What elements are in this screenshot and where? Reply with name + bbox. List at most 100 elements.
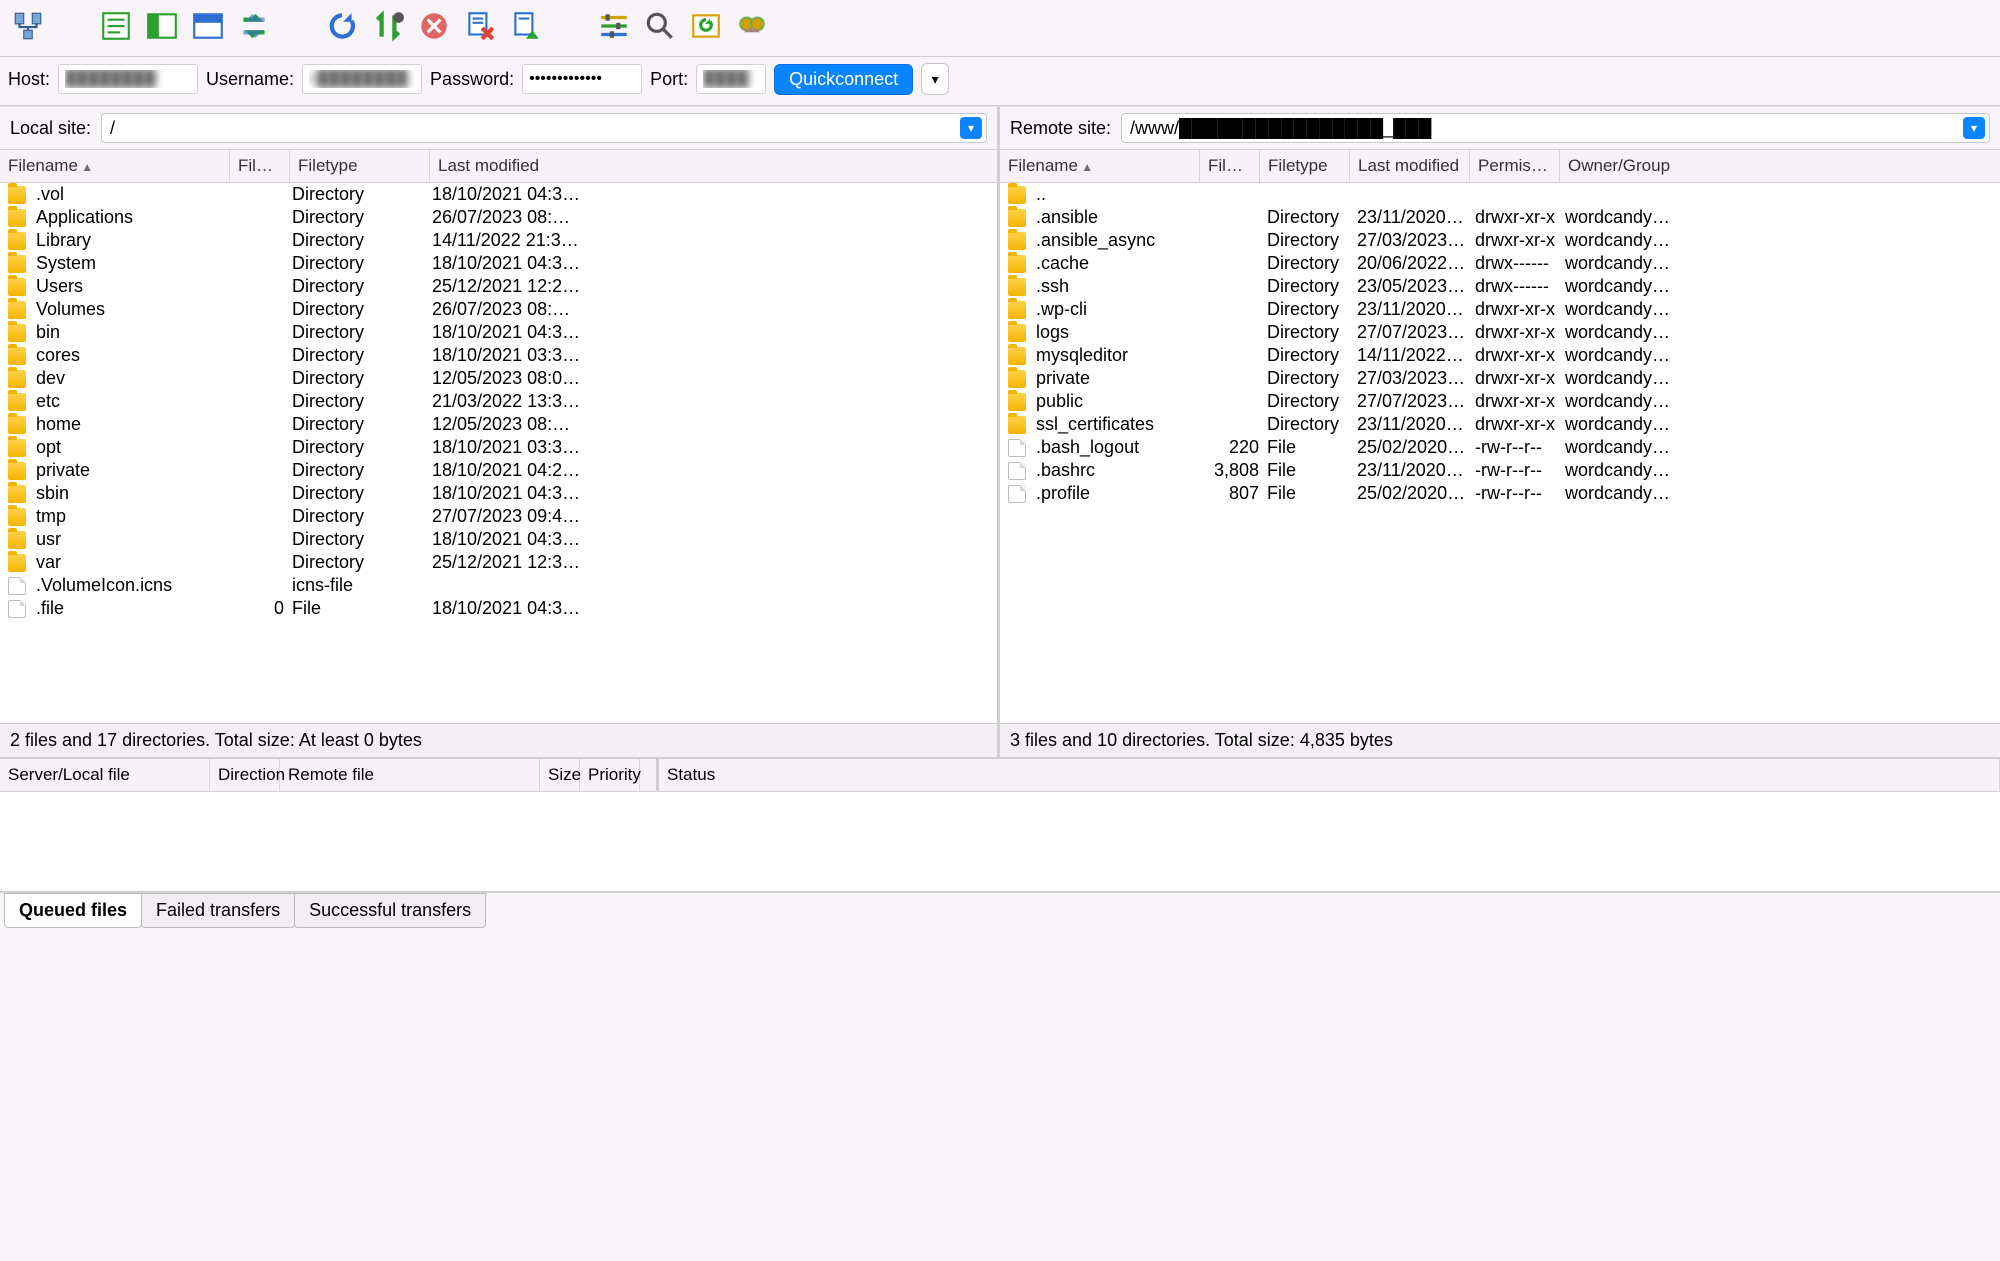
list-item[interactable]: VolumesDirectory26/07/2023 08:… (0, 298, 997, 321)
password-input[interactable] (522, 64, 642, 94)
col-filesize[interactable]: Filesize (1200, 150, 1260, 182)
list-item[interactable]: mysqleditorDirectory14/11/2022 1…drwxr-x… (1000, 344, 2000, 367)
cell-ownergroup: wordcandy… (1561, 345, 1992, 366)
search-icon[interactable] (732, 6, 772, 46)
cell-modified: 14/11/2022 1… (1353, 345, 1471, 366)
cell-filename: private (1032, 368, 1207, 389)
list-item[interactable]: .wp-cliDirectory23/11/2020 1…drwxr-xr-xw… (1000, 298, 2000, 321)
list-item[interactable]: devDirectory12/05/2023 08:0… (0, 367, 997, 390)
list-item[interactable]: .ansibleDirectory23/11/2020 1…drwxr-xr-x… (1000, 206, 2000, 229)
site-manager-icon[interactable] (8, 6, 48, 46)
disconnect-icon[interactable] (460, 6, 500, 46)
list-item[interactable]: .sshDirectory23/05/2023 1…drwx------word… (1000, 275, 2000, 298)
refresh-icon[interactable] (322, 6, 362, 46)
list-item[interactable]: privateDirectory18/10/2021 04:2… (0, 459, 997, 482)
col-filesize[interactable]: Filesize (230, 150, 290, 182)
toggle-log-icon[interactable] (96, 6, 136, 46)
col-lastmodified[interactable]: Last modified (430, 150, 997, 182)
reconnect-icon[interactable] (506, 6, 546, 46)
process-queue-icon[interactable] (368, 6, 408, 46)
cell-filetype: Directory (1263, 414, 1353, 435)
username-input[interactable] (302, 64, 422, 94)
cell-modified: 20/06/2022 1… (1353, 253, 1471, 274)
compare-icon[interactable] (640, 6, 680, 46)
quickconnect-button[interactable]: Quickconnect (774, 64, 913, 95)
col-filename[interactable]: Filename (0, 150, 230, 182)
queue-body[interactable] (0, 792, 2000, 892)
chevron-down-icon[interactable]: ▾ (1963, 117, 1985, 139)
cancel-icon[interactable] (414, 6, 454, 46)
col-priority[interactable]: Priority (580, 759, 640, 791)
list-item[interactable]: usrDirectory18/10/2021 04:3… (0, 528, 997, 551)
col-size[interactable]: Size (540, 759, 580, 791)
col-direction[interactable]: Direction (210, 759, 280, 791)
cell-filetype: Directory (288, 437, 428, 458)
chevron-down-icon[interactable]: ▾ (960, 117, 982, 139)
list-item[interactable]: sbinDirectory18/10/2021 04:3… (0, 482, 997, 505)
col-filetype[interactable]: Filetype (1260, 150, 1350, 182)
cell-filename: .. (1032, 184, 1207, 205)
list-item[interactable]: ssl_certificatesDirectory23/11/2020 1…dr… (1000, 413, 2000, 436)
list-item[interactable]: .volDirectory18/10/2021 04:3… (0, 183, 997, 206)
col-remotefile[interactable]: Remote file (280, 759, 540, 791)
quickconnect-history-dropdown[interactable]: ▾ (921, 63, 949, 95)
list-item[interactable]: .profile807File25/02/2020 1…-rw-r--r--wo… (1000, 482, 2000, 505)
col-filename[interactable]: Filename (1000, 150, 1200, 182)
local-path-combo[interactable]: / ▾ (101, 113, 987, 143)
host-input[interactable] (58, 64, 198, 94)
list-item[interactable]: .bashrc3,808File23/11/2020 1…-rw-r--r--w… (1000, 459, 2000, 482)
list-item[interactable]: .VolumeIcon.icnsicns-file (0, 574, 997, 597)
list-item[interactable]: ApplicationsDirectory26/07/2023 08:… (0, 206, 997, 229)
col-ownergroup[interactable]: Owner/Group (1560, 150, 2000, 182)
list-item[interactable]: coresDirectory18/10/2021 03:3… (0, 344, 997, 367)
toggle-queue-icon[interactable] (234, 6, 274, 46)
filter-icon[interactable] (594, 6, 634, 46)
cell-filename: Library (32, 230, 232, 251)
col-server-localfile[interactable]: Server/Local file (0, 759, 210, 791)
list-item[interactable]: LibraryDirectory14/11/2022 21:3… (0, 229, 997, 252)
list-item[interactable]: publicDirectory27/07/2023 0…drwxr-xr-xwo… (1000, 390, 2000, 413)
list-item[interactable]: .. (1000, 183, 2000, 206)
cell-modified: 18/10/2021 04:3… (428, 253, 989, 274)
tab-queued-files[interactable]: Queued files (4, 893, 142, 928)
list-item[interactable]: .ansible_asyncDirectory27/03/2023 2…drwx… (1000, 229, 2000, 252)
cell-filetype: Directory (288, 207, 428, 228)
list-item[interactable]: varDirectory25/12/2021 12:3… (0, 551, 997, 574)
toggle-remote-tree-icon[interactable] (188, 6, 228, 46)
local-file-list[interactable]: .volDirectory18/10/2021 04:3…Application… (0, 183, 997, 723)
list-item[interactable]: UsersDirectory25/12/2021 12:2… (0, 275, 997, 298)
col-status[interactable]: Status (659, 759, 2000, 791)
remote-file-list[interactable]: ...ansibleDirectory23/11/2020 1…drwxr-xr… (1000, 183, 2000, 723)
col-lastmodified[interactable]: Last modified (1350, 150, 1470, 182)
list-item[interactable]: SystemDirectory18/10/2021 04:3… (0, 252, 997, 275)
tab-successful-transfers[interactable]: Successful transfers (294, 893, 486, 928)
list-item[interactable]: optDirectory18/10/2021 03:3… (0, 436, 997, 459)
remote-path-combo[interactable]: /www/████████████████_███ ▾ (1121, 113, 1990, 143)
tab-failed-transfers[interactable]: Failed transfers (141, 893, 295, 928)
folder-icon (1008, 393, 1026, 411)
cell-filename: .vol (32, 184, 232, 205)
local-column-headers[interactable]: Filename Filesize Filetype Last modified (0, 149, 997, 183)
cell-modified: 18/10/2021 03:3… (428, 437, 989, 458)
col-filetype[interactable]: Filetype (290, 150, 430, 182)
col-permissions[interactable]: Permissions (1470, 150, 1560, 182)
sync-browse-icon[interactable] (686, 6, 726, 46)
queue-column-headers[interactable]: Server/Local file Direction Remote file … (0, 757, 2000, 792)
toggle-local-tree-icon[interactable] (142, 6, 182, 46)
list-item[interactable]: etcDirectory21/03/2022 13:3… (0, 390, 997, 413)
list-item[interactable]: binDirectory18/10/2021 04:3… (0, 321, 997, 344)
cell-filename: mysqleditor (1032, 345, 1207, 366)
list-item[interactable]: .bash_logout220File25/02/2020 1…-rw-r--r… (1000, 436, 2000, 459)
folder-icon (8, 278, 26, 296)
list-item[interactable]: .file0File18/10/2021 04:3… (0, 597, 997, 620)
list-item[interactable]: .cacheDirectory20/06/2022 1…drwx------wo… (1000, 252, 2000, 275)
cell-modified: 18/10/2021 04:2… (428, 460, 989, 481)
list-item[interactable]: privateDirectory27/03/2023 2…drwxr-xr-xw… (1000, 367, 2000, 390)
cell-filename: .VolumeIcon.icns (32, 575, 232, 596)
list-item[interactable]: homeDirectory12/05/2023 08:… (0, 413, 997, 436)
list-item[interactable]: logsDirectory27/07/2023 0…drwxr-xr-xword… (1000, 321, 2000, 344)
port-input[interactable] (696, 64, 766, 94)
cell-ownergroup: wordcandy… (1561, 253, 1992, 274)
remote-column-headers[interactable]: Filename Filesize Filetype Last modified… (1000, 149, 2000, 183)
list-item[interactable]: tmpDirectory27/07/2023 09:4… (0, 505, 997, 528)
